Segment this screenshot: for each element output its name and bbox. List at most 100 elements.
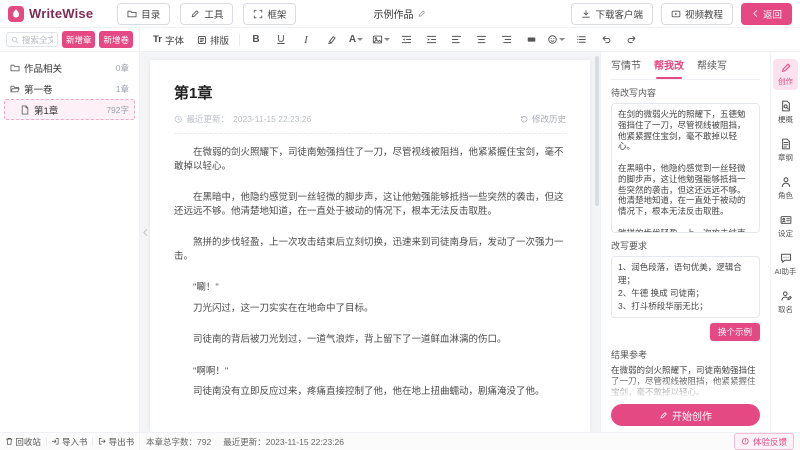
writewise-logo-icon [8,6,24,22]
toc-button[interactable]: 目录 [117,3,170,25]
tab-help-rewrite[interactable]: 帮我改 [654,57,684,74]
document-outline-icon [780,138,792,150]
align-center-button[interactable] [472,32,490,48]
tools-button[interactable]: 工具 [180,3,233,25]
indent-button[interactable] [422,32,440,48]
highlighter-icon [326,34,337,45]
rail-item-ai-helper[interactable]: AI助手 [773,249,798,280]
line-spacing-icon [576,34,587,45]
align-left-button[interactable] [447,32,465,48]
content-area: 作品相关 0章 第一卷 1章 第1章 792字 第1章 最近更新： 2023-1… [0,52,800,432]
sidebar-collapse-handle[interactable] [140,219,150,245]
frame-button[interactable]: 框架 [243,3,296,25]
paragraph[interactable]: 在黑暗中，他隐约感觉到一丝轻微的脚步声，这让他勉强能够抵挡一些突然的袭击，但这还… [174,191,566,218]
new-chapter-button[interactable]: 新增章 [62,31,96,48]
paragraph[interactable]: 煞拼的步伐轻盈，上一次攻击结束后立刻切换，迅速来到司徒南身后，发动了一次强力一击… [174,236,566,263]
rail-item-create[interactable]: 创作 [773,59,798,90]
brand-name: WriteWise [29,6,93,21]
paragraph[interactable]: "唰！" [174,281,566,295]
typeset-button[interactable]: 排版 [194,31,232,49]
topbar: WriteWise 目录 工具 框架 示例作品 下载客户端 视频教程 返回 [0,0,800,28]
rewrite-content-textarea[interactable]: 在剑的微弱火光的照耀下，五德勉强挡住了一刀，尽管视线被阻挡，他紧紧握住宝剑，毫不… [611,103,760,233]
tree-item-work-related[interactable]: 作品相关 0章 [4,57,135,78]
redo-button[interactable] [622,32,640,48]
statusbar-info: 本章总字数：792 最近更新：2023-11-15 22:23:26 [140,436,344,448]
rail-item-naming[interactable]: 取名 [773,287,798,318]
paragraph[interactable]: 司徒南没有立即反应过来，疼痛直接控制了他，他在地上扭曲蠕动，剧痛淹没了他。 [174,385,566,399]
rewrite-requirements-label: 改写要求 [611,239,760,252]
statusbar: 回收站 导入书 导出书 本章总字数：792 最近更新：2023-11-15 22… [0,432,800,450]
import-book-button[interactable]: 导入书 [51,436,87,448]
tab-help-continue[interactable]: 帮续写 [697,57,727,74]
change-example-button[interactable]: 换个示例 [710,323,760,341]
tab-write-plot[interactable]: 写情节 [611,57,641,74]
folder-icon [10,63,20,73]
highlight-button[interactable] [322,32,340,48]
divider [174,133,566,134]
editor-scrollbar[interactable] [595,56,599,206]
undo-icon [601,34,612,45]
insert-block-button[interactable] [522,32,540,48]
editor-page[interactable]: 第1章 最近更新： 2023-11-15 22:23:26 修改历史 在微弱的剑… [150,60,590,432]
new-volume-button[interactable]: 新增卷 [99,31,133,48]
requirement-item: 1、润色段落，语句优美，逻辑合理； [618,261,753,287]
emoji-button[interactable] [547,32,565,48]
ai-assistant-panel: 写情节 帮我改 帮续写 待改写内容 在剑的微弱火光的照耀下，五德勉强挡住了一刀，… [600,52,770,432]
rail-item-synopsis[interactable]: 梗概 [773,97,798,128]
back-button[interactable]: 返回 [741,3,792,25]
doc-title: 示例作品 [374,6,427,21]
tree-item-volume-1[interactable]: 第一卷 1章 [4,78,135,99]
chevron-left-icon [751,9,760,18]
underline-button[interactable]: U [272,32,290,48]
feedback-button[interactable]: 体验反馈 [734,433,794,450]
history-icon [520,115,529,124]
result-reference-text: 在微弱的剑火照耀下，司徒南勉强挡住了一刀，尽管视线被阻挡，他紧紧握住宝剑，毫不敢… [611,365,760,400]
paragraph[interactable]: 刀光闪过，这一刀实实在在地命中了目标。 [174,302,566,316]
insert-image-button[interactable] [372,32,390,48]
search-icon [11,36,19,44]
bold-button[interactable]: B [247,32,265,48]
feature-rail: 创作 梗概 章纲 角色 设定 AI助手 取名 [770,52,800,432]
card-icon [780,214,792,226]
paragraph[interactable]: 在微弱的剑火照耀下，司徒南勉强挡住了一刀，尽管视线被阻挡，他紧紧握住宝剑，毫不敢… [174,146,566,173]
paragraph[interactable]: 司徒南的背后被刀光划过，一道气浪炸，背上留下了一道鲜血淋漓的伤口。 [174,333,566,347]
subbar: 新增章 新增卷 Tr 字体 排版 B U I A [0,28,800,52]
font-button[interactable]: Tr 字体 [150,31,187,49]
format-toolbar: Tr 字体 排版 B U I A [140,28,800,51]
block-icon [526,34,537,45]
search-box [6,32,58,47]
undo-button[interactable] [597,32,615,48]
document-search-icon [780,100,792,112]
outdent-button[interactable] [397,32,415,48]
topbar-actions: 下载客户端 视频教程 返回 [571,3,792,25]
rail-item-characters[interactable]: 角色 [773,173,798,204]
export-icon [98,437,107,446]
pen-icon [780,62,792,74]
rewrite-content-label: 待改写内容 [611,86,760,99]
rail-item-settings[interactable]: 设定 [773,211,798,242]
brand-logo: WriteWise [8,6,93,22]
download-client-button[interactable]: 下载客户端 [571,3,653,25]
chat-icon [780,252,792,264]
edit-icon[interactable] [418,9,427,18]
folder-open-icon [10,84,20,94]
search-input[interactable] [22,35,53,45]
align-right-button[interactable] [497,32,515,48]
rail-item-chapter-outline[interactable]: 章纲 [773,135,798,166]
paragraph[interactable]: "啊啊！" [174,365,566,379]
tree-item-chapter-1[interactable]: 第1章 792字 [4,99,135,120]
recycle-bin-button[interactable]: 回收站 [5,436,41,448]
video-tutorial-button[interactable]: 视频教程 [661,3,733,25]
chevron-down-icon [559,38,565,42]
export-book-button[interactable]: 导出书 [98,436,134,448]
import-icon [51,437,60,446]
chapter-title[interactable]: 第1章 [174,82,566,103]
rewrite-requirements-box[interactable]: 1、润色段落，语句优美，逻辑合理； 2、午德 换成 司徒南； 3、打斗桥段华丽无… [611,256,760,318]
chevron-down-icon [357,38,363,42]
revision-history-button[interactable]: 修改历史 [520,113,566,125]
start-creation-button[interactable]: 开始创作 [611,404,760,426]
italic-button[interactable]: I [297,32,315,48]
align-right-icon [501,34,512,45]
line-spacing-button[interactable] [572,32,590,48]
font-color-button[interactable]: A [347,32,365,48]
